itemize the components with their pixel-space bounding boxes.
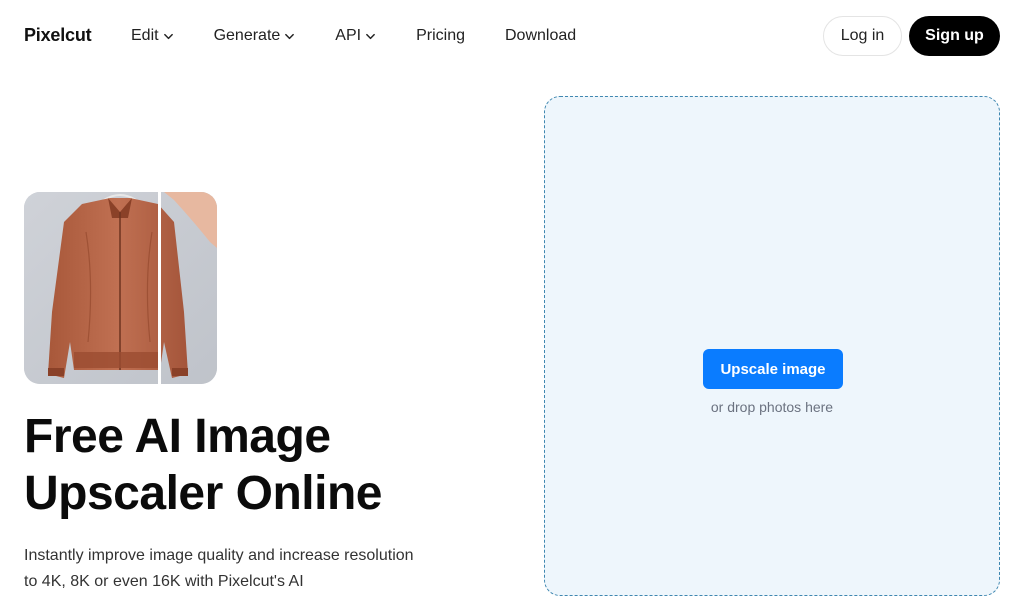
nav-pricing[interactable]: Pricing (416, 27, 465, 45)
page-title: Free AI Image Upscaler Online (24, 408, 494, 522)
nav-edit-label: Edit (131, 27, 159, 44)
chevron-down-icon (285, 33, 295, 39)
login-button[interactable]: Log in (823, 16, 902, 56)
nav-api-label: API (335, 27, 362, 44)
nav-download-label: Download (505, 27, 577, 44)
hero-description: Instantly improve image quality and incr… (24, 547, 414, 590)
top-nav-bar: Pixelcut Edit Generate API Pricing Downl… (0, 0, 1024, 72)
nav-api[interactable]: API (335, 27, 376, 45)
signup-button[interactable]: Sign up (909, 16, 1000, 56)
page-title-line-2: Upscaler Online (24, 467, 382, 520)
nav-edit[interactable]: Edit (131, 27, 174, 45)
logo[interactable]: Pixelcut (24, 25, 92, 46)
nav-generate-label: Generate (213, 27, 281, 44)
drop-hint-text: or drop photos here (710, 399, 834, 415)
chevron-down-icon (366, 33, 375, 39)
main-nav: Edit Generate API Pricing Download (131, 0, 616, 72)
jacket-illustration (24, 192, 217, 384)
nav-generate[interactable]: Generate (214, 27, 296, 45)
upload-dropzone[interactable]: Upscale image or drop photos here (544, 96, 1000, 596)
chevron-down-icon (163, 33, 173, 39)
before-after-jacket-image (24, 192, 217, 384)
nav-download[interactable]: Download (505, 27, 576, 45)
upscale-image-button[interactable]: Upscale image (703, 349, 843, 389)
page-title-line-1: Free AI Image (24, 410, 331, 463)
nav-pricing-label: Pricing (416, 27, 465, 44)
